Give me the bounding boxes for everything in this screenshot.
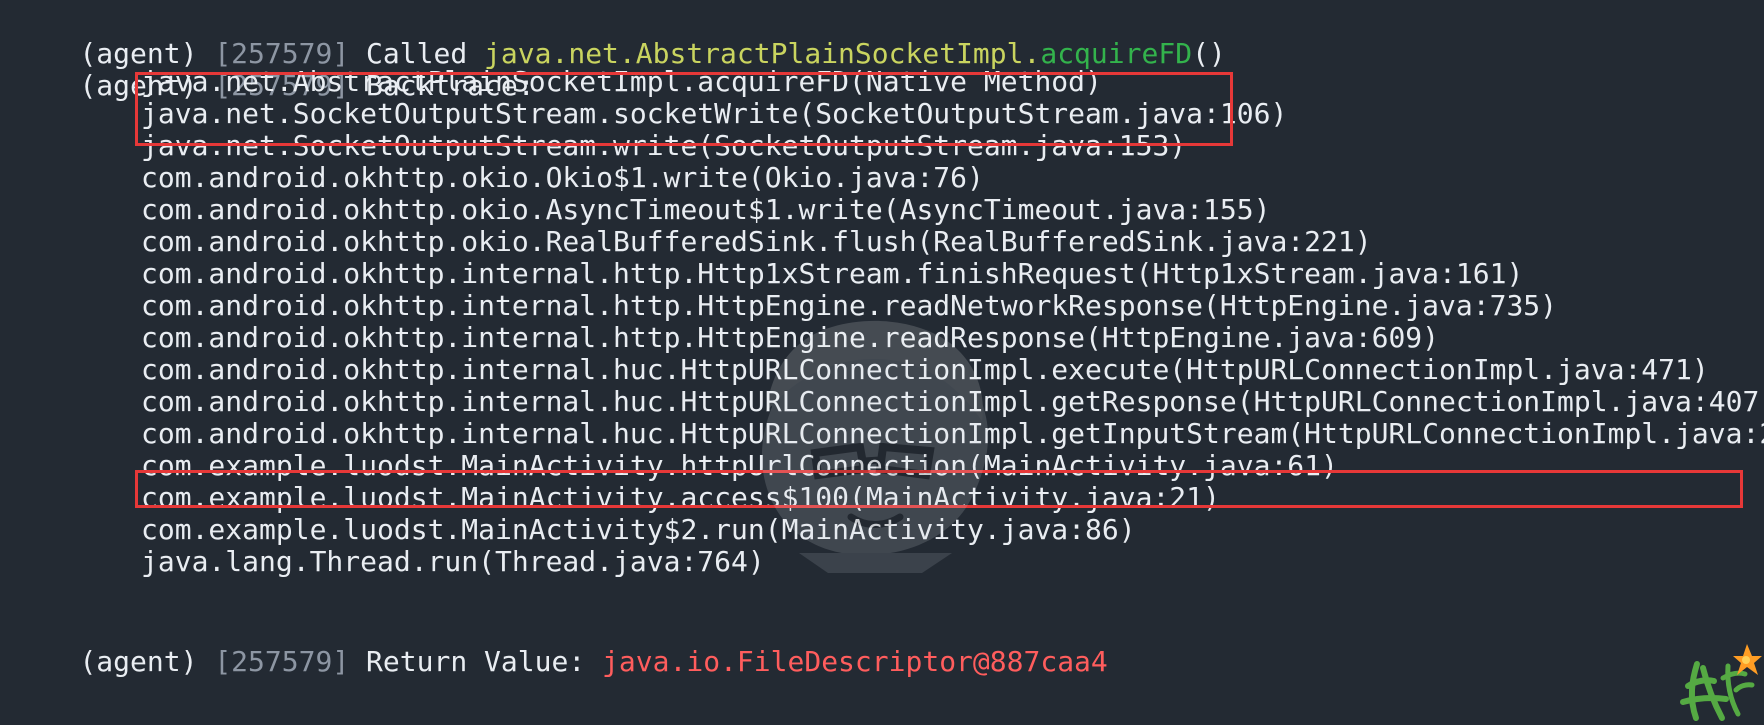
cartoon-character-watermark-icon [761,320,989,573]
stack-frame: java.lang.Thread.run(Thread.java:764) [141,545,765,578]
called-line: (agent) [257579] Called java.net.Abstrac… [12,0,1225,70]
return-value-label: Return Value: [366,645,586,678]
stack-frame: java.net.SocketOutputStream.socketWrite(… [141,97,1288,130]
process-id: [257579] [214,645,350,678]
stack-frame: com.android.okhttp.okio.Okio$1.write(Oki… [141,161,984,194]
stack-frame: com.example.luodst.MainActivity.access$1… [141,481,1220,514]
stack-frame: java.net.SocketOutputStream.write(Socket… [141,129,1187,162]
return-value-line: (agent) [257579] Return Value: java.io.F… [12,608,1107,678]
backtrace-line: (agent) [257579] Backtrace: [12,32,534,102]
stack-frame: java.net.AbstractPlainSocketImpl.acquire… [141,65,1102,98]
stack-frame: com.android.okhttp.internal.http.Http1xS… [141,257,1524,290]
stack-frame: com.android.okhttp.okio.RealBufferedSink… [141,225,1372,258]
terminal-output: (agent) [257579] Called java.net.Abstrac… [0,0,1764,725]
stack-frame: com.android.okhttp.okio.AsyncTimeout$1.w… [141,193,1271,226]
return-value: java.io.FileDescriptor@887caa4 [602,645,1108,678]
called-method-parens: () [1192,37,1226,70]
agent-prefix: (agent) [79,645,198,678]
calligraphy-logo-icon [1680,644,1762,721]
